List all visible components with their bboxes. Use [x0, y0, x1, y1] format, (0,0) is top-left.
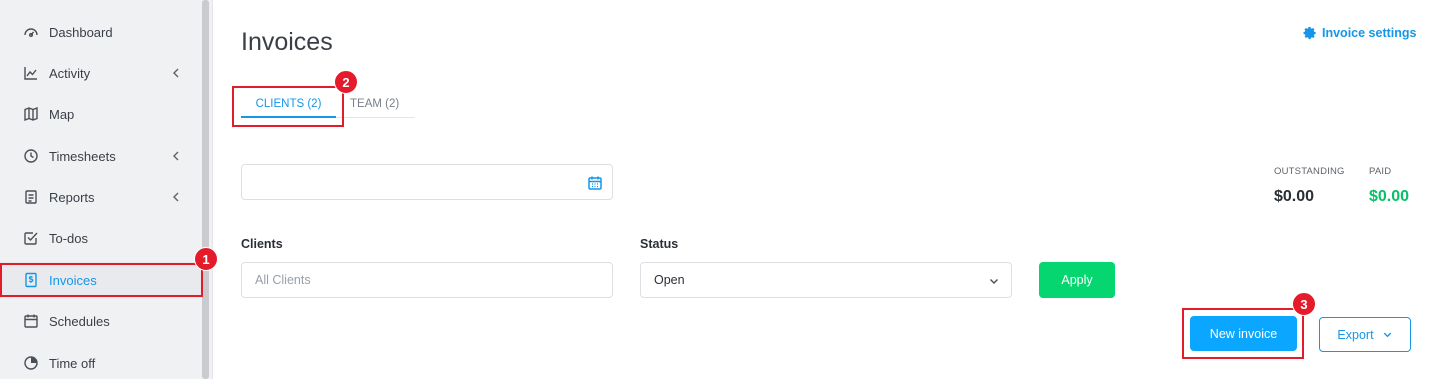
export-button[interactable]: Export	[1319, 317, 1411, 352]
sidebar-item-activity[interactable]: Activity	[0, 55, 202, 91]
sidebar-item-label: Schedules	[49, 313, 110, 329]
status-select[interactable]: Open	[640, 262, 1012, 298]
sidebar-item-todos[interactable]: To-dos	[0, 220, 202, 256]
callout-highlight-invoices	[0, 263, 203, 297]
sidebar-item-timesheets[interactable]: Timesheets	[0, 138, 202, 174]
invoice-settings-label: Invoice settings	[1322, 26, 1417, 40]
sidebar-item-label: Map	[49, 106, 75, 122]
callout-badge-1: 1	[194, 247, 218, 271]
gear-icon	[1303, 26, 1316, 40]
report-icon	[22, 188, 40, 206]
sidebar-item-dashboard[interactable]: Dashboard	[0, 14, 202, 50]
clients-filter-input[interactable]: All Clients	[241, 262, 613, 298]
chevron-down-icon	[1383, 332, 1391, 338]
chevron-left-icon[interactable]	[169, 190, 183, 204]
sidebar-item-reports[interactable]: Reports	[0, 179, 202, 215]
outstanding-value: $0.00	[1274, 188, 1315, 205]
invoice-settings-link[interactable]: Invoice settings	[1303, 26, 1416, 40]
sidebar-item-label: Dashboard	[49, 24, 113, 40]
tab-team[interactable]: TEAM (2)	[350, 98, 399, 110]
apply-button[interactable]: Apply	[1039, 262, 1115, 298]
clients-filter-label: Clients	[241, 237, 283, 251]
export-label: Export	[1337, 327, 1374, 342]
callout-badge-2: 2	[334, 70, 358, 94]
chevron-left-icon[interactable]	[169, 66, 183, 80]
page-title: Invoices	[241, 28, 333, 56]
sidebar-item-label: Activity	[49, 65, 91, 81]
callout-highlight-new-invoice	[1182, 308, 1304, 359]
status-select-value: Open	[654, 273, 685, 287]
chevron-down-icon	[990, 279, 998, 284]
sidebar-item-label: To-dos	[49, 230, 89, 246]
calendar-icon[interactable]	[587, 175, 603, 191]
chevron-left-icon[interactable]	[169, 149, 183, 163]
callout-highlight-clients-tab	[232, 86, 344, 127]
sidebar-scrollbar[interactable]	[202, 0, 209, 379]
status-filter-label: Status	[640, 237, 679, 251]
sidebar-item-schedules[interactable]: Schedules	[0, 303, 202, 339]
sidebar-item-time-off[interactable]: Time off	[0, 345, 202, 379]
paid-label: PAID	[1369, 166, 1392, 177]
checkbox-icon	[22, 229, 40, 247]
activity-icon	[22, 64, 40, 82]
outstanding-label: OUTSTANDING	[1274, 166, 1345, 177]
sidebar-item-label: Time off	[49, 355, 96, 371]
sidebar-item-label: Reports	[49, 189, 95, 205]
pie-icon	[22, 354, 40, 372]
callout-badge-3: 3	[1292, 292, 1316, 316]
sidebar: Dashboard Activity Map Timesheets Report…	[0, 0, 213, 379]
clock-icon	[22, 147, 40, 165]
sidebar-item-map[interactable]: Map	[0, 96, 202, 132]
sidebar-item-label: Timesheets	[49, 148, 116, 164]
map-icon	[22, 105, 40, 123]
calendar-icon	[22, 312, 40, 330]
dashboard-icon	[22, 23, 40, 41]
paid-value: $0.00	[1369, 188, 1410, 205]
date-range-input[interactable]	[241, 164, 613, 200]
